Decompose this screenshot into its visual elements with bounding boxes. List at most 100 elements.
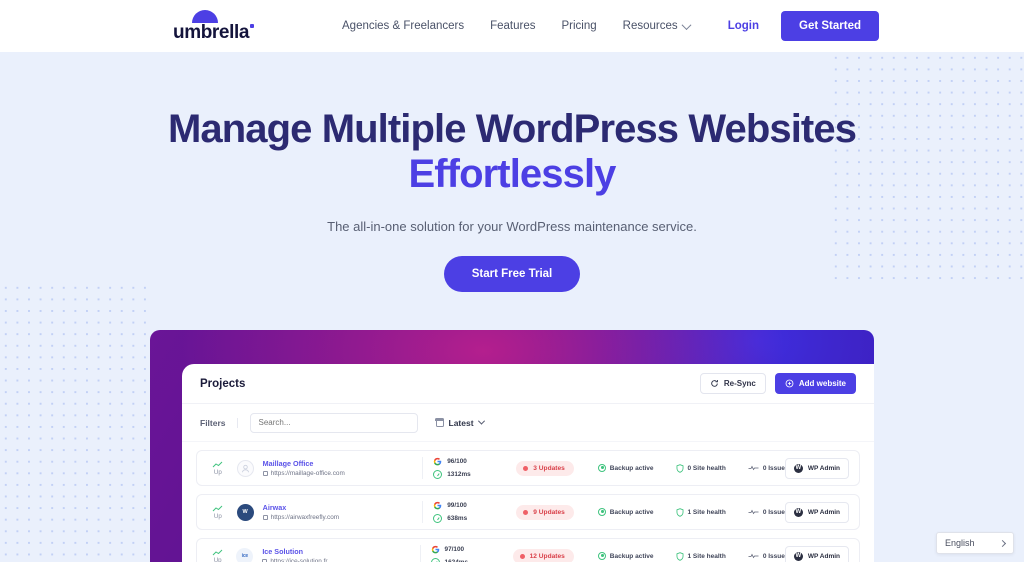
- alert-dot-icon: [523, 465, 529, 471]
- site-meta: Ice Solution https://ice-solution.fr: [262, 547, 409, 562]
- updates-label: 12 Updates: [529, 552, 565, 560]
- site-scores: 97/100 1624ms: [430, 545, 491, 562]
- trend-up-icon: [212, 549, 223, 555]
- start-free-trial-button[interactable]: Start Free Trial: [443, 256, 581, 293]
- nav-item-pricing[interactable]: Pricing: [561, 20, 596, 32]
- wp-admin-label: WP Admin: [807, 552, 840, 560]
- site-health-label: 1 Site health: [687, 552, 726, 560]
- nav-item-agencies[interactable]: Agencies & Freelancers: [342, 20, 464, 32]
- backup-icon: [597, 508, 606, 516]
- projects-list: Up Maillage Office https://maillage-offi…: [182, 442, 874, 562]
- hero-title-line1: Manage Multiple WordPress Websites: [167, 107, 857, 151]
- nav-actions: Login Get Started: [728, 11, 1024, 41]
- nav-item-label: Resources: [622, 20, 678, 32]
- backup-status: Backup active: [597, 464, 654, 472]
- sort-label: Latest: [448, 417, 474, 428]
- nav-item-resources[interactable]: Resources: [622, 19, 692, 32]
- trend-up-icon: [212, 505, 223, 511]
- gauge-icon: [430, 558, 440, 562]
- site-url-text: https://ice-solution.fr: [270, 558, 328, 562]
- divider: [422, 501, 424, 523]
- site-name[interactable]: Ice Solution: [262, 547, 409, 556]
- divider: [419, 545, 421, 562]
- issue-label: 0 Issue: [762, 552, 785, 560]
- wp-admin-button[interactable]: W WP Admin: [784, 545, 849, 562]
- status-badge[interactable]: 3 Updates: [516, 460, 574, 476]
- issue-status: 0 Issue: [748, 553, 785, 560]
- wp-admin-button[interactable]: W WP Admin: [784, 501, 849, 523]
- shield-icon: [676, 463, 683, 473]
- ice-logo-icon: ice: [236, 547, 254, 562]
- updates-label: 3 Updates: [533, 464, 565, 472]
- backup-icon: [597, 464, 606, 472]
- refresh-icon: [711, 380, 718, 387]
- table-row[interactable]: Up ice Ice Solution https://ice-solution…: [196, 538, 860, 562]
- issue-status: 0 Issue: [748, 465, 785, 472]
- add-website-button[interactable]: Add website: [774, 373, 856, 394]
- google-icon: [434, 501, 442, 510]
- site-name[interactable]: Maillage Office: [263, 459, 413, 468]
- wordpress-icon: W: [793, 507, 803, 517]
- site-url[interactable]: https://airwaxfreefly.com: [262, 514, 413, 521]
- site-health-status: 0 Site health: [676, 463, 726, 473]
- nav-item-features[interactable]: Features: [490, 20, 535, 32]
- site-url-text: https://maillage-office.com: [270, 470, 345, 477]
- hero-subtitle: The all-in-one solution for your WordPre…: [327, 219, 697, 235]
- sort-dropdown[interactable]: Latest: [435, 417, 485, 428]
- nav-item-label: Features: [490, 20, 536, 32]
- pagespeed-value: 97/100: [444, 546, 465, 553]
- updates-label: 9 Updates: [533, 508, 565, 516]
- gauge-icon: [433, 470, 443, 479]
- avatar-text: W: [242, 509, 248, 515]
- calendar-icon: [435, 418, 444, 427]
- site-name[interactable]: Airwax: [263, 503, 413, 512]
- wp-admin-button[interactable]: W WP Admin: [784, 457, 849, 479]
- shield-icon: [676, 507, 683, 517]
- site-url[interactable]: https://ice-solution.fr: [262, 558, 409, 562]
- chevron-down-icon: [477, 417, 485, 425]
- site-url-text: https://airwaxfreefly.com: [270, 514, 340, 521]
- backup-status: Backup active: [597, 508, 654, 516]
- table-row[interactable]: Up Maillage Office https://maillage-offi…: [196, 450, 860, 486]
- search-input[interactable]: [249, 412, 418, 433]
- resync-button[interactable]: Re-Sync: [699, 373, 766, 394]
- google-icon: [434, 457, 442, 466]
- divider: [422, 457, 424, 479]
- wordpress-icon: W: [793, 463, 803, 473]
- resync-label: Re-Sync: [723, 379, 756, 388]
- get-started-button[interactable]: Get Started: [781, 11, 879, 41]
- pagespeed-score: 99/100: [433, 501, 494, 510]
- uptime-status: Up: [207, 549, 228, 562]
- uptime-label: Up: [213, 556, 222, 562]
- placeholder-avatar-icon: [236, 459, 254, 477]
- hero-section: Manage Multiple WordPress Websites Effor…: [0, 52, 1024, 293]
- user-icon: [241, 464, 249, 472]
- site-health-label: 1 Site health: [687, 508, 726, 516]
- table-row[interactable]: Up W Airwax https://airwaxfreefly.com 99…: [196, 494, 860, 530]
- chevron-down-icon: [681, 19, 692, 30]
- chevron-right-icon: [998, 539, 1007, 547]
- issue-status: 0 Issue: [748, 509, 785, 516]
- language-switcher[interactable]: English: [936, 532, 1014, 554]
- status-badge[interactable]: 9 Updates: [516, 504, 574, 520]
- site-url[interactable]: https://maillage-office.com: [262, 470, 413, 477]
- nav-item-label: Agencies & Freelancers: [342, 20, 465, 32]
- uptime-label: Up: [213, 468, 222, 476]
- issue-label: 0 Issue: [762, 508, 785, 516]
- issue-label: 0 Issue: [762, 464, 785, 472]
- backup-icon: [597, 552, 606, 560]
- avatar-text: ice: [241, 553, 249, 559]
- site-scores: 96/100 1312ms: [433, 457, 494, 479]
- uptime-label: Up: [213, 512, 222, 520]
- filters-label: Filters: [200, 417, 238, 428]
- brand-logo[interactable]: umbrella: [168, 10, 254, 42]
- trend-up-icon: [212, 461, 223, 467]
- brand-name: umbrella: [173, 22, 254, 43]
- language-label: English: [945, 538, 975, 548]
- login-link[interactable]: Login: [728, 20, 759, 32]
- add-website-label: Add website: [798, 379, 846, 388]
- status-badge[interactable]: 12 Updates: [512, 548, 574, 562]
- dashboard-title: Projects: [200, 377, 246, 390]
- wordpress-icon: W: [236, 503, 254, 521]
- site-meta: Maillage Office https://maillage-office.…: [262, 459, 413, 477]
